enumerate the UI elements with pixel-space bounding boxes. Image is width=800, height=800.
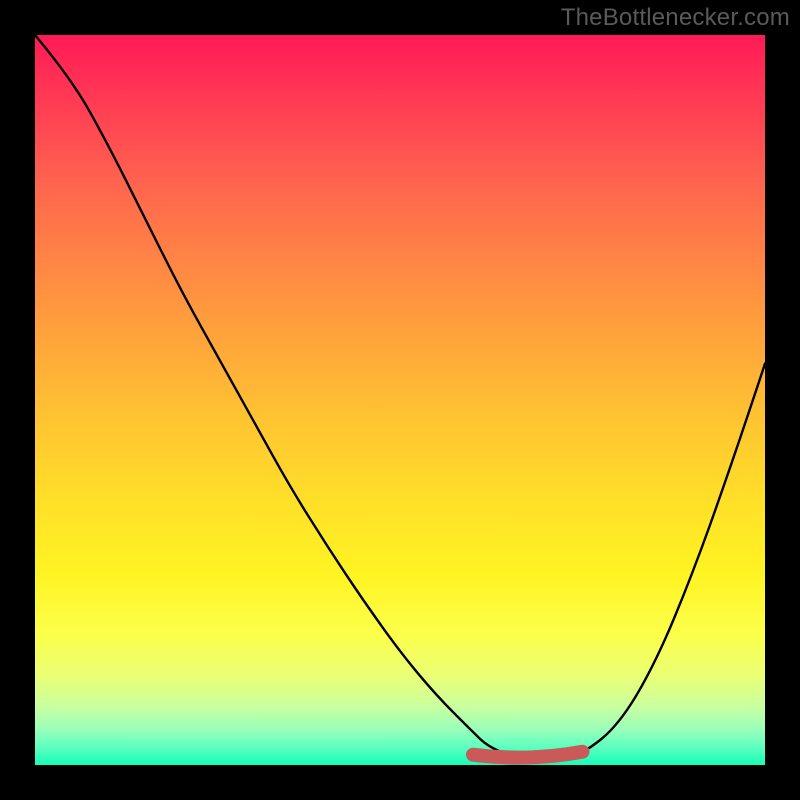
optimal-range-marker	[473, 752, 583, 758]
curve-svg	[35, 35, 765, 765]
bottleneck-curve	[35, 35, 765, 759]
plot-area	[35, 35, 765, 765]
watermark-text: TheBottlenecker.com	[561, 4, 790, 32]
chart-frame: TheBottlenecker.com	[0, 0, 800, 800]
